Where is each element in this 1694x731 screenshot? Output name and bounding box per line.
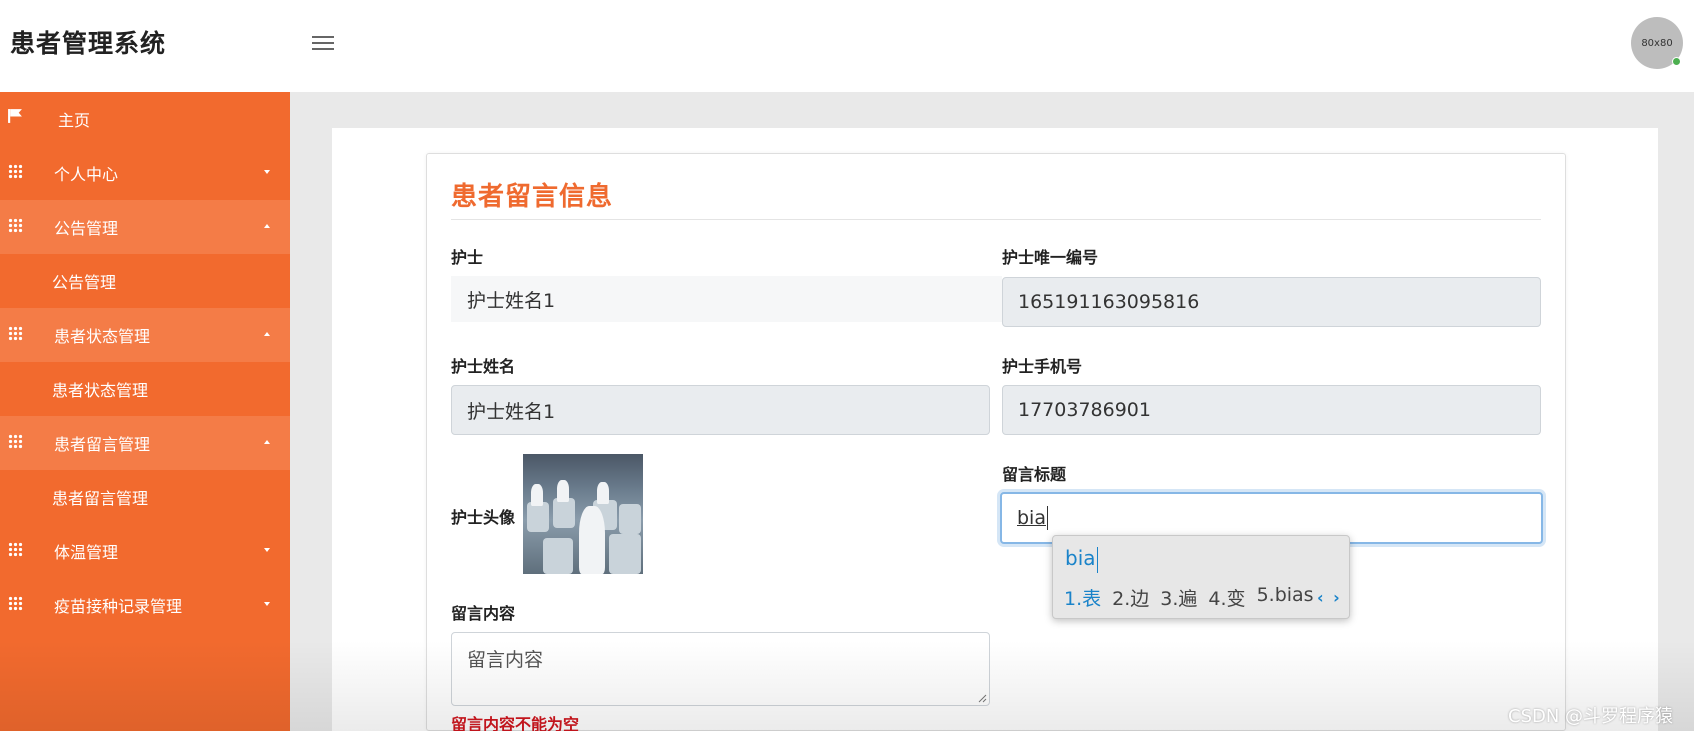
sidebar-item-label: 患者状态管理: [52, 381, 149, 400]
ime-candidate[interactable]: 3.遍: [1160, 584, 1197, 611]
nurse-phone-value: 17703786901: [1018, 399, 1151, 421]
sidebar-item-vaccination-record-management[interactable]: 疫苗接种记录管理: [0, 578, 290, 632]
message-content-textarea[interactable]: 留言内容: [451, 632, 990, 706]
nurse-avatar-image: [523, 454, 643, 574]
sidebar-item-patient-status-management[interactable]: 患者状态管理: [0, 308, 290, 362]
message-title-value: bia: [1017, 507, 1046, 529]
sidebar-item-label: 主页: [58, 111, 91, 130]
chevron-down-icon: [264, 602, 270, 606]
avatar-placeholder-text: 80x80: [1641, 37, 1673, 49]
ime-candidate-popup: bia 1.表 2.边 3.遍 4.变 5.bias ‹ ›: [1052, 535, 1350, 619]
nurse-label: 护士: [451, 248, 484, 267]
chevron-up-icon: [264, 224, 270, 228]
sidebar-item-label: 患者留言管理: [54, 435, 151, 454]
chevron-up-icon: [264, 332, 270, 336]
nurse-select-value: 护士姓名1: [467, 289, 556, 312]
online-status-dot: [1672, 57, 1681, 66]
nurse-name-value: 护士姓名1: [467, 400, 556, 423]
nurse-phone-field[interactable]: 17703786901: [1002, 385, 1541, 435]
grid-icon: [8, 326, 23, 341]
nurse-id-value: 165191163095816: [1018, 291, 1200, 313]
sidebar-subitem-patient-status-management[interactable]: 患者状态管理: [0, 362, 290, 416]
sidebar-item-patient-message-management[interactable]: 患者留言管理: [0, 416, 290, 470]
sidebar-item-label: 公告管理: [54, 219, 119, 238]
message-title-label: 留言标题: [1002, 465, 1067, 484]
grid-icon: [8, 218, 23, 233]
nurse-select[interactable]: 护士姓名1: [451, 276, 1002, 322]
top-header: 患者管理系统 80x80: [0, 0, 1694, 92]
grid-icon: [8, 542, 23, 557]
ime-candidate-list: 1.表 2.边 3.遍 4.变 5.bias: [1064, 584, 1314, 611]
nurse-name-label: 护士姓名: [451, 357, 516, 376]
message-content-error: 留言内容不能为空: [451, 715, 580, 731]
sidebar-item-label: 患者状态管理: [54, 327, 151, 346]
sidebar-item-notice-management[interactable]: 公告管理: [0, 200, 290, 254]
title-divider: [451, 219, 1541, 220]
nurse-name-field[interactable]: 护士姓名1: [451, 385, 990, 435]
sidebar: 主页 个人中心 公告管理 公告管理 患者状态管理 患者状态管理 患者留言管理 患…: [0, 92, 290, 731]
sidebar-subitem-notice-management[interactable]: 公告管理: [0, 254, 290, 308]
ime-candidate[interactable]: 4.变: [1208, 584, 1245, 611]
sidebar-item-label: 患者留言管理: [52, 489, 149, 508]
sidebar-item-label: 公告管理: [52, 273, 117, 292]
grid-icon: [8, 596, 23, 611]
sidebar-item-temperature-management[interactable]: 体温管理: [0, 524, 290, 578]
ime-cursor: [1096, 546, 1098, 573]
page-title: 患者留言信息: [451, 182, 614, 212]
menu-toggle-icon[interactable]: [312, 33, 336, 53]
text-cursor: [1046, 506, 1048, 530]
sidebar-subitem-patient-message-management[interactable]: 患者留言管理: [0, 470, 290, 524]
chevron-down-icon: [264, 548, 270, 552]
chevron-up-icon: [264, 440, 270, 444]
ime-composition: bia: [1065, 546, 1098, 573]
watermark: CSDN @斗罗程序猿: [1508, 706, 1674, 727]
sidebar-item-label: 个人中心: [54, 165, 119, 184]
nurse-phone-label: 护士手机号: [1002, 357, 1083, 376]
ime-candidate[interactable]: 5.bias: [1257, 584, 1314, 611]
nurse-id-field[interactable]: 165191163095816: [1002, 277, 1541, 327]
app-title: 患者管理系统: [10, 29, 167, 58]
nurse-id-label: 护士唯一编号: [1002, 248, 1099, 267]
message-content-label: 留言内容: [451, 604, 516, 623]
sidebar-item-label: 体温管理: [54, 543, 119, 562]
chevron-down-icon: [264, 170, 270, 174]
nurse-avatar-label: 护士头像: [451, 508, 516, 527]
ime-composition-text: bia: [1065, 546, 1096, 570]
ime-page-nav-icon[interactable]: ‹ ›: [1317, 588, 1342, 607]
resize-handle-icon[interactable]: [977, 693, 987, 703]
flag-icon: [8, 109, 22, 123]
message-content-placeholder: 留言内容: [467, 649, 544, 671]
grid-icon: [8, 164, 23, 179]
ime-candidate[interactable]: 2.边: [1112, 584, 1149, 611]
sidebar-item-label: 疫苗接种记录管理: [54, 597, 183, 616]
grid-icon: [8, 434, 23, 449]
ime-candidate[interactable]: 1.表: [1064, 584, 1101, 611]
sidebar-item-home[interactable]: 主页: [0, 92, 290, 146]
sidebar-item-personal-center[interactable]: 个人中心: [0, 146, 290, 200]
